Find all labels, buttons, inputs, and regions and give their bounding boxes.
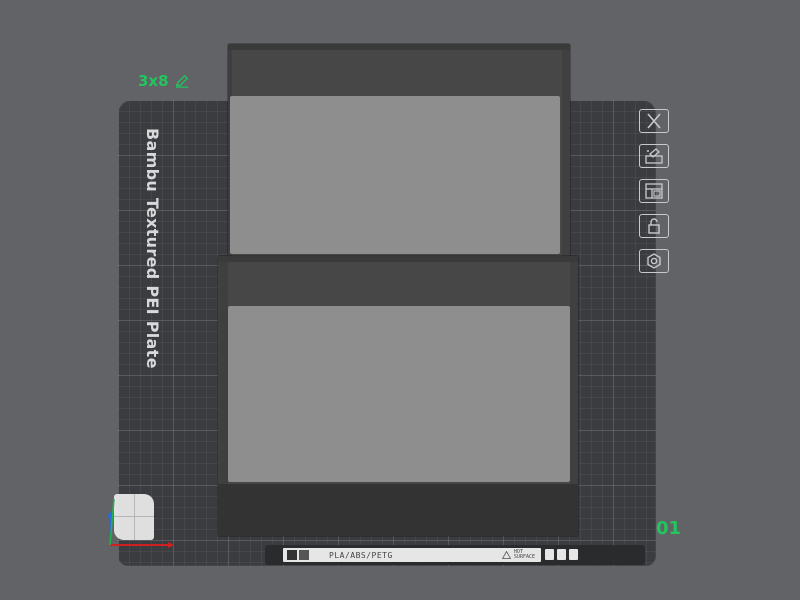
axes-icon bbox=[107, 498, 174, 548]
orient-icon bbox=[645, 148, 663, 164]
plate-settings-button[interactable] bbox=[639, 249, 669, 273]
plate-label: PLA/ABS/PETG HOT SURFACE bbox=[283, 548, 541, 562]
model-floor bbox=[228, 306, 570, 482]
plate-label-strip: PLA/ABS/PETG HOT SURFACE bbox=[265, 545, 645, 565]
close-icon bbox=[647, 113, 661, 129]
model-floor bbox=[230, 96, 560, 254]
model-rim bbox=[218, 256, 578, 262]
lock-plate-button[interactable] bbox=[639, 214, 669, 238]
pencil-icon[interactable] bbox=[175, 74, 189, 88]
axis-gizmo[interactable] bbox=[104, 493, 176, 553]
delete-plate-button[interactable] bbox=[639, 109, 669, 133]
arrange-icon bbox=[645, 183, 663, 199]
plate-type-text: Bambu Textured PEI Plate bbox=[143, 128, 162, 369]
materials-text: PLA/ABS/PETG bbox=[329, 550, 393, 560]
arrange-button[interactable] bbox=[639, 179, 669, 203]
plate-number[interactable]: 01 bbox=[656, 518, 681, 539]
auto-orient-button[interactable] bbox=[639, 144, 669, 168]
plate-name-label[interactable]: 3x8 bbox=[138, 72, 189, 90]
plate-name-text: 3x8 bbox=[138, 72, 169, 90]
model-front-wall bbox=[218, 484, 578, 536]
model-rim bbox=[228, 44, 570, 50]
plate-label-icons bbox=[545, 549, 578, 560]
model-wall bbox=[562, 50, 570, 256]
warning-line2: SURFACE bbox=[513, 554, 535, 560]
trash-icon bbox=[569, 549, 578, 560]
hot-surface-warning: HOT SURFACE bbox=[501, 550, 535, 560]
warning-icon bbox=[501, 551, 511, 559]
square-icon bbox=[557, 549, 566, 560]
model-object-bottom[interactable] bbox=[218, 256, 578, 536]
3d-viewport[interactable]: 3x8 Bambu Textured PEI Plate 01 PLA/ABS/… bbox=[0, 0, 800, 600]
plate-toolbar bbox=[639, 109, 671, 273]
qr-icon bbox=[287, 550, 297, 560]
gear-icon bbox=[647, 253, 661, 269]
plate-logo-icon bbox=[299, 550, 309, 560]
unlock-icon bbox=[648, 218, 660, 234]
model-object-top[interactable] bbox=[228, 44, 570, 256]
trash-icon bbox=[545, 549, 554, 560]
